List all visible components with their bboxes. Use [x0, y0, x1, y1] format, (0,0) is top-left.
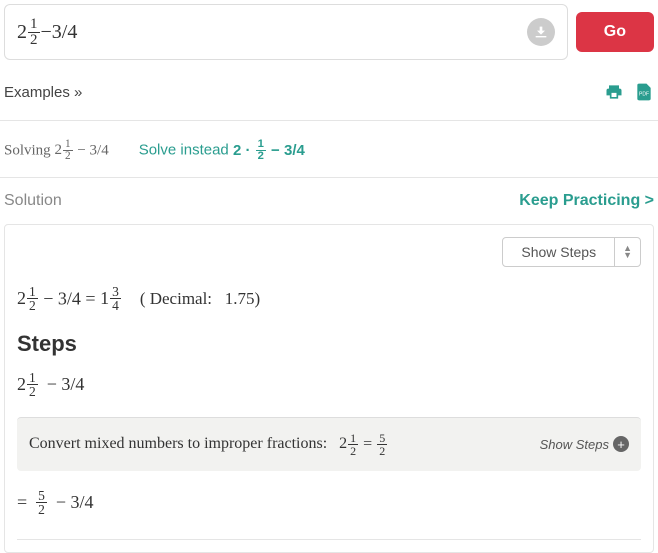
expression-display: 212−3/4 [17, 17, 77, 48]
go-button[interactable]: Go [576, 12, 654, 52]
svg-text:PDF: PDF [639, 91, 649, 97]
divider [17, 539, 641, 540]
hint-show-steps[interactable]: Show Steps + [540, 436, 629, 452]
result-expression: 212 − 3/4 = 134 ( Decimal: 1.75) [17, 281, 641, 317]
steps-heading: Steps [17, 317, 641, 367]
solving-label: Solving 212 − 3/4 [4, 139, 109, 163]
keep-practicing-link[interactable]: Keep Practicing > [519, 192, 654, 210]
decimal-note: ( Decimal: 1.75) [140, 289, 260, 309]
show-steps-label[interactable]: Show Steps [503, 238, 615, 266]
show-steps-select[interactable]: Show Steps ▲▼ [502, 237, 641, 267]
hint-text: Convert mixed numbers to improper fracti… [29, 435, 327, 453]
select-arrows-icon[interactable]: ▲▼ [615, 238, 640, 266]
print-icon[interactable] [604, 82, 624, 102]
solve-instead-link[interactable]: Solve instead 2 · 12 − 3/4 [139, 139, 305, 163]
examples-link[interactable]: Examples » [4, 84, 82, 101]
solution-label: Solution [4, 192, 62, 210]
download-icon[interactable] [527, 18, 555, 46]
result-panel: Show Steps ▲▼ 212 − 3/4 = 134 ( Decimal:… [4, 224, 654, 553]
hint-convert: Convert mixed numbers to improper fracti… [17, 417, 641, 471]
step-1: 212 − 3/4 [17, 367, 641, 403]
pdf-icon[interactable]: PDF [634, 82, 654, 102]
plus-icon: + [613, 436, 629, 452]
expression-input[interactable]: 212−3/4 [4, 4, 568, 60]
